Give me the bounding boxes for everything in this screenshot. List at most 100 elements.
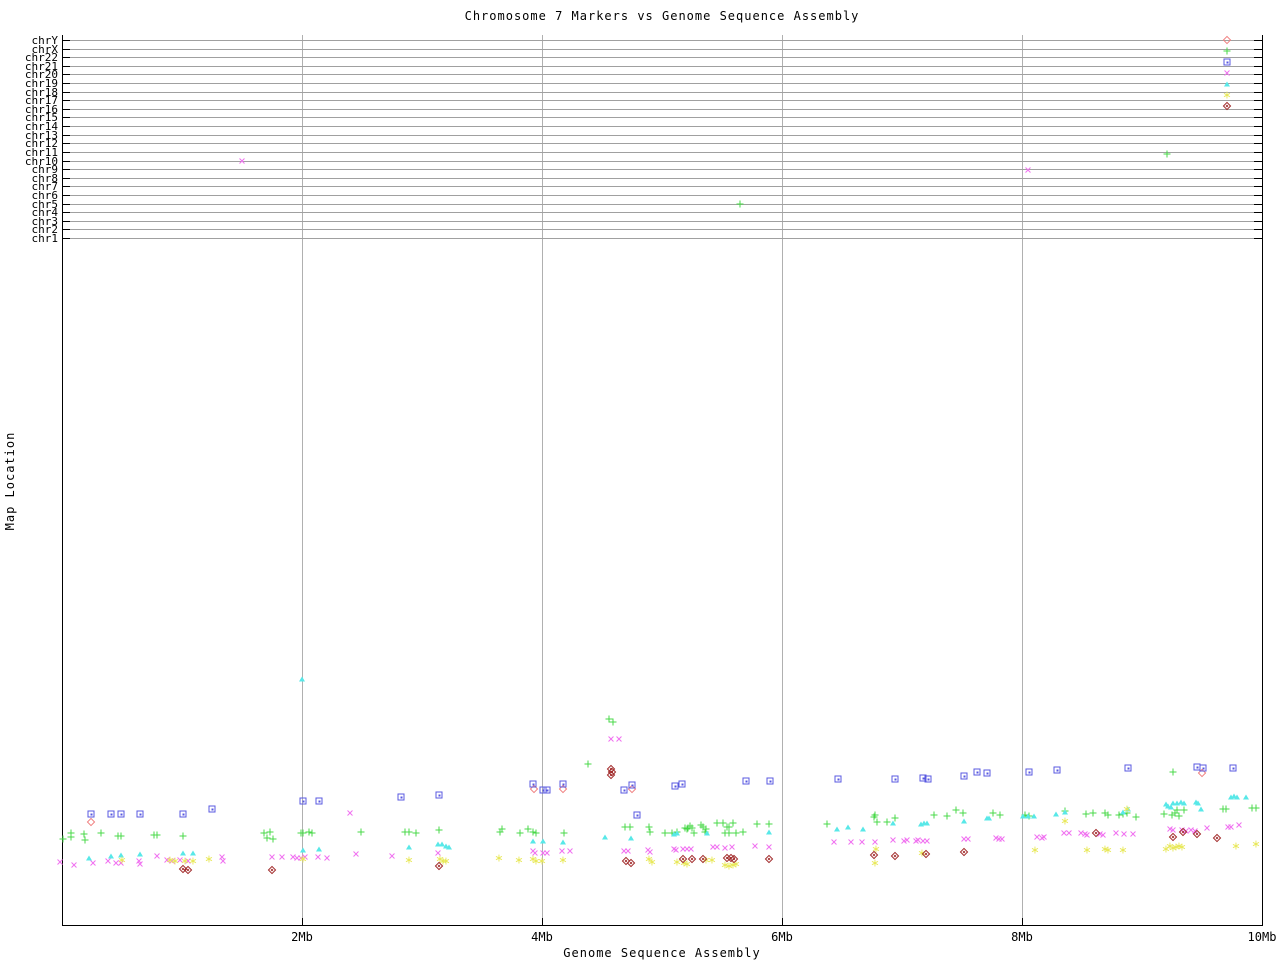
marshfield-marker-dot	[1226, 61, 1228, 63]
gm99-g3-marker	[1192, 829, 1202, 839]
tng-marker	[846, 837, 856, 847]
gm99-gb4-marker	[1175, 812, 1183, 820]
marshfield-marker	[620, 786, 628, 794]
tng-marker	[1234, 820, 1244, 830]
gm99-gb4-marker	[725, 829, 733, 837]
gm99-g3-marker-dot	[924, 852, 928, 856]
tng-marker	[267, 852, 277, 862]
wi-yac-marker	[766, 829, 772, 835]
wi-rh-marker: ∗	[647, 855, 657, 869]
gm99-gb4-marker	[1222, 805, 1230, 813]
row-line-chr10	[70, 160, 1254, 162]
gm99-gb4-marker	[117, 832, 125, 840]
gm99-gb4-marker	[823, 820, 831, 828]
wi-yac-marker	[1224, 81, 1230, 87]
row-tick-left-chr2	[62, 229, 70, 231]
marshfield-marker-dot	[894, 778, 896, 780]
gm99-gb4-marker	[753, 820, 761, 828]
tng-marker	[277, 852, 287, 862]
row-tick-left-chr17	[62, 100, 70, 102]
gm99-gb4-marker	[1089, 809, 1097, 817]
gm99-gb4-marker	[729, 819, 737, 827]
gm99-g3-marker-dot	[872, 853, 876, 857]
row-line-chrY	[70, 40, 1254, 41]
marshfield-marker-dot	[681, 783, 683, 785]
row-tick-right-chr17	[1254, 100, 1262, 102]
marshfield-marker-dot	[674, 785, 676, 787]
gm99-gb4-marker	[532, 829, 540, 837]
row-tick-right-chr9	[1254, 169, 1262, 171]
wi-yac-marker	[834, 826, 840, 832]
y-axis-right	[1262, 35, 1263, 925]
wi-rh-marker: ∗	[1177, 840, 1187, 854]
gm99-gb4-marker	[1160, 810, 1168, 818]
marshfield-marker	[834, 775, 842, 783]
gm99-gb4-marker	[516, 829, 524, 837]
gm99-gb4-marker	[357, 828, 365, 836]
marshfield-marker-dot	[1056, 769, 1058, 771]
tng-marker	[55, 857, 65, 867]
tng-marker	[614, 734, 624, 744]
marshfield-marker-dot	[1232, 767, 1234, 769]
gm99-g3-marker-dot	[1181, 830, 1185, 834]
row-line-chr4	[70, 212, 1254, 214]
gm99-gb4-marker	[736, 200, 744, 208]
wi-yac-marker	[108, 853, 114, 859]
row-tick-right-chr12	[1254, 143, 1262, 145]
wi-yac-marker	[961, 818, 967, 824]
row-tick-right-chrX	[1254, 48, 1262, 50]
marshfield-marker	[1025, 768, 1033, 776]
tng-marker	[345, 808, 355, 818]
gm99-g3-marker-dot	[767, 857, 771, 861]
gm99-gb4-marker	[67, 833, 75, 841]
wi-rh-marker: ∗	[870, 856, 880, 870]
marshfield-marker	[1229, 764, 1237, 772]
wi-yac-marker	[299, 676, 305, 682]
tng-marker	[750, 841, 760, 851]
wi-rh-marker: ∗	[1060, 814, 1070, 828]
marshfield-marker	[87, 810, 95, 818]
gm99-gb4-marker	[739, 828, 747, 836]
gm99-gb4-marker	[996, 811, 1004, 819]
marshfield-marker	[435, 791, 443, 799]
marshfield-marker-dot	[532, 783, 534, 785]
tng-marker	[1128, 829, 1138, 839]
gm99-gb4-marker	[1252, 804, 1260, 812]
marshfield-marker	[1124, 764, 1132, 772]
row-tick-right-chr19	[1254, 83, 1262, 85]
row-tick-right-chr21	[1254, 65, 1262, 67]
gm99-g3-marker-dot	[681, 857, 685, 861]
marshfield-marker	[315, 797, 323, 805]
row-tick-left-chrY	[62, 40, 70, 41]
marshfield-marker-dot	[631, 784, 633, 786]
gm99-g3-marker-dot	[629, 861, 633, 865]
gm99-gb4-marker	[435, 826, 443, 834]
gm99-g3-marker-dot	[1215, 836, 1219, 840]
gm99-g3-marker-dot	[270, 868, 274, 872]
gm99-gb4-marker	[1163, 150, 1171, 158]
row-line-chr12	[70, 143, 1254, 145]
wi-rh-marker: ∗	[170, 854, 180, 868]
marshfield-marker-dot	[139, 813, 141, 815]
marshfield-marker-dot	[623, 789, 625, 791]
gm99-gb4-marker	[153, 831, 161, 839]
wi-yac-marker	[628, 835, 634, 841]
gm99-gb4-marker	[412, 829, 420, 837]
row-line-chr6	[70, 194, 1254, 196]
wi-rh-marker: ∗	[1103, 843, 1113, 857]
gm99-g3-marker-dot	[732, 857, 736, 861]
row-line-chr3	[70, 220, 1254, 222]
wi-yac-marker	[674, 830, 680, 836]
gm99-gb4-marker	[584, 760, 592, 768]
row-line-chr2	[70, 229, 1254, 231]
row-tick-left-chr22	[62, 57, 70, 59]
gm99-gb4-marker	[81, 836, 89, 844]
marshfield-marker-dot	[769, 780, 771, 782]
tng-marker	[152, 851, 162, 861]
marshfield-marker-dot	[546, 789, 548, 791]
marshfield-marker-dot	[1127, 767, 1129, 769]
row-tick-right-chr8	[1254, 177, 1262, 179]
wi-rh-marker: ∗	[494, 851, 504, 865]
wi-rh-marker: ∗	[707, 853, 717, 867]
tng-marker	[727, 842, 737, 852]
